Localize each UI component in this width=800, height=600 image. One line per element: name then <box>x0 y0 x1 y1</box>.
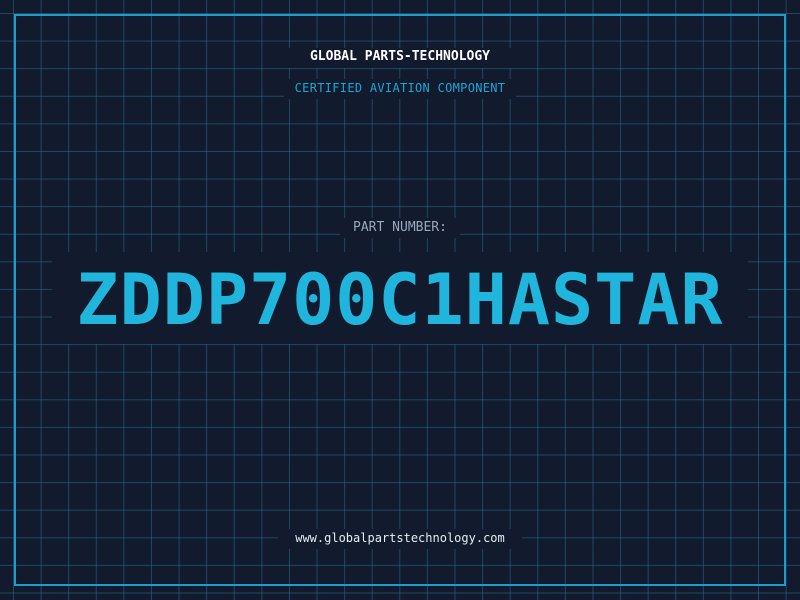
part-number-label: PART NUMBER: <box>353 220 447 235</box>
company-tagline: CERTIFIED AVIATION COMPONENT <box>294 81 506 95</box>
website-url: www.globalpartstechnology.com <box>295 531 505 545</box>
company-title: GLOBAL PARTS-TECHNOLOGY <box>309 49 490 64</box>
part-card: GLOBAL PARTS-TECHNOLOGY CERTIFIED AVIATI… <box>0 0 800 600</box>
part-number-value: ZDDP700C1HASTAR <box>76 259 724 341</box>
